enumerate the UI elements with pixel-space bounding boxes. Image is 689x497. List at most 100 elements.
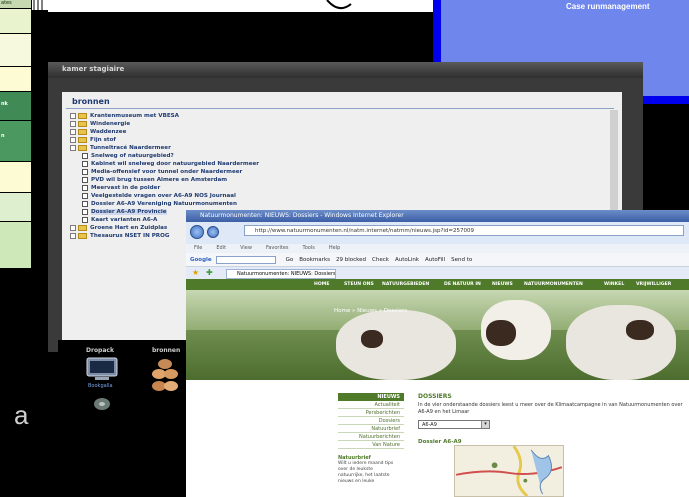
news-side-menu: NIEUWS Actualiteit Persberichten Dossier… [338, 393, 404, 485]
newsletter-text: Wilt u iedere maand tips over de leukste… [338, 461, 394, 484]
tree-item[interactable]: Dossier A6-A9 Vereniging Natuurmonumente… [70, 200, 610, 208]
document-icon [82, 192, 88, 199]
tree-item[interactable]: Media-offensief voor tunnel onder Naarde… [70, 168, 610, 176]
dock-sub-label: Bookgalla [88, 383, 113, 389]
nav-steun-ons[interactable]: STEUN ONS [344, 279, 374, 290]
document-icon [82, 176, 88, 183]
nav-home[interactable]: HOME [314, 279, 329, 290]
tree-item[interactable]: Snelweg of natuurgebied? [70, 152, 610, 160]
bookmarks-button[interactable]: Bookmarks [299, 257, 330, 263]
cow-patch-shape [626, 320, 654, 340]
dock-label-dropack: Dropack [86, 347, 114, 354]
folder-open-icon [78, 144, 87, 151]
autolink-button[interactable]: AutoLink [395, 257, 419, 263]
popup-blocker-button[interactable]: 29 blocked [336, 257, 366, 263]
forward-button[interactable] [207, 226, 219, 238]
tree-item[interactable]: Kabinet wil snelweg door natuurgebied Na… [70, 160, 610, 168]
stacked-stones-icon[interactable] [150, 356, 180, 396]
tree-item[interactable]: Tunneltracé Naardermeer [70, 144, 610, 152]
autofill-button[interactable]: AutoFill [425, 257, 445, 263]
dossier-select[interactable]: A6-A9 ▾ [418, 420, 490, 429]
tree-item[interactable]: Veelgestelde vragen over A6-A9 NOS Journ… [70, 192, 610, 200]
tree-item[interactable]: Krantenmuseum met VBESA [70, 112, 610, 120]
disc-icon[interactable] [92, 395, 112, 413]
screen: ates nk n Case runmanagement a kamer sta… [0, 0, 689, 497]
back-button[interactable] [190, 225, 204, 239]
route-map[interactable] [454, 445, 564, 497]
collapse-icon[interactable] [70, 144, 76, 151]
table-cell: n [0, 121, 31, 161]
cow-eye-shape [361, 330, 383, 348]
tree-item[interactable]: PVD wil brug tussen Almere en Amsterdam [70, 176, 610, 184]
expand-icon[interactable] [70, 128, 76, 135]
tree-item-label: PVD wil brug tussen Almere en Amsterdam [91, 177, 228, 183]
side-menu-item[interactable]: Natuurbrief [338, 425, 404, 433]
panel-divider [66, 108, 614, 109]
tree-item[interactable]: Windenergie [70, 120, 610, 128]
tree-item-label: Kabinet wil snelweg door natuurgebied Na… [91, 161, 260, 167]
nav-nieuws[interactable]: NIEUWS [492, 279, 513, 290]
side-menu-item[interactable]: Van Nature [338, 441, 404, 449]
spell-check-button[interactable]: Check [372, 257, 389, 263]
nav-natuurmonumenten[interactable]: NATUURMONUMENTEN [524, 279, 583, 290]
computer-icon[interactable] [85, 356, 119, 382]
folder-icon [78, 112, 87, 119]
send-to-button[interactable]: Send to [451, 257, 472, 263]
add-favorites-icon[interactable]: ✚ [206, 268, 213, 277]
menu-favorites[interactable]: Favorites [266, 245, 289, 251]
browser-tab[interactable]: Natuurmonumenten: NIEUWS: Dossiers [226, 269, 336, 279]
cow-head-shape [486, 320, 516, 346]
tree-item-label: Thesaurus NSET IN PROG [90, 233, 170, 239]
tree-item[interactable]: Meervast in de polder [70, 184, 610, 192]
connector-curve [326, 0, 352, 10]
tree-item[interactable]: Waddenzee [70, 128, 610, 136]
google-go-button[interactable]: Go [286, 257, 294, 263]
window-title: kamer stagiaire [62, 65, 125, 73]
side-menu-item[interactable]: Persberichten [338, 409, 404, 417]
side-menu-item[interactable]: Natuurberichten [338, 433, 404, 441]
expand-icon[interactable] [70, 112, 76, 119]
breadcrumb[interactable]: Home » Nieuws » Dossiers [334, 308, 407, 314]
nav-de-natuur-in[interactable]: DE NATUUR IN [444, 279, 481, 290]
expand-icon[interactable] [70, 136, 76, 143]
window-title-bar[interactable]: kamer stagiaire [48, 62, 643, 78]
tree-item[interactable]: Fijn stof [70, 136, 610, 144]
document-icon [82, 216, 88, 223]
menu-view[interactable]: View [240, 245, 252, 251]
side-menu-item[interactable]: Actualiteit [338, 401, 404, 409]
tree-item-label: Dossier A6-A9 Provincie [91, 209, 167, 215]
cow-shape [566, 305, 676, 380]
nav-natuurgebieden[interactable]: NATUURGEBIEDEN [382, 279, 429, 290]
menu-file[interactable]: File [194, 245, 202, 251]
nav-vrijwilliger[interactable]: VRIJWILLIGER [636, 279, 671, 290]
address-field[interactable]: http://www.natuurmonumenten.nl/natm.inte… [244, 225, 684, 236]
tree-item-label: Krantenmuseum met VBESA [90, 113, 180, 119]
tree-item-label: Snelweg of natuurgebied? [91, 153, 174, 159]
table-cell [0, 67, 31, 91]
favorites-star-icon[interactable]: ★ [192, 268, 199, 277]
google-search-input[interactable] [215, 255, 276, 264]
google-logo: Google [190, 257, 212, 263]
document-icon [82, 160, 88, 167]
slide-left-table: ates nk n [0, 0, 32, 270]
slide-top-strip [48, 0, 433, 12]
menu-help[interactable]: Help [329, 245, 340, 251]
expand-icon[interactable] [70, 232, 76, 239]
browser-title-bar[interactable]: Natuurmonumenten: NIEUWS: Dossiers - Win… [186, 210, 689, 222]
table-cell [0, 9, 31, 33]
chevron-down-icon[interactable]: ▾ [481, 421, 489, 428]
side-menu-item[interactable]: Dossiers [338, 417, 404, 425]
internet-explorer-window: Natuurmonumenten: NIEUWS: Dossiers - Win… [186, 210, 689, 497]
tree-item-label: Fijn stof [90, 137, 116, 143]
nav-winkel[interactable]: WINKEL [604, 279, 624, 290]
expand-icon[interactable] [70, 224, 76, 231]
menu-tools[interactable]: Tools [303, 245, 315, 251]
dock-label-bronnen: bronnen [152, 347, 181, 354]
expand-icon[interactable] [70, 120, 76, 127]
table-cell: nk [0, 92, 31, 120]
document-icon [82, 152, 88, 159]
menu-edit[interactable]: Edit [216, 245, 226, 251]
slide-faint-letter: a [14, 400, 29, 430]
cow-shape [336, 310, 456, 380]
folder-icon [78, 136, 87, 143]
